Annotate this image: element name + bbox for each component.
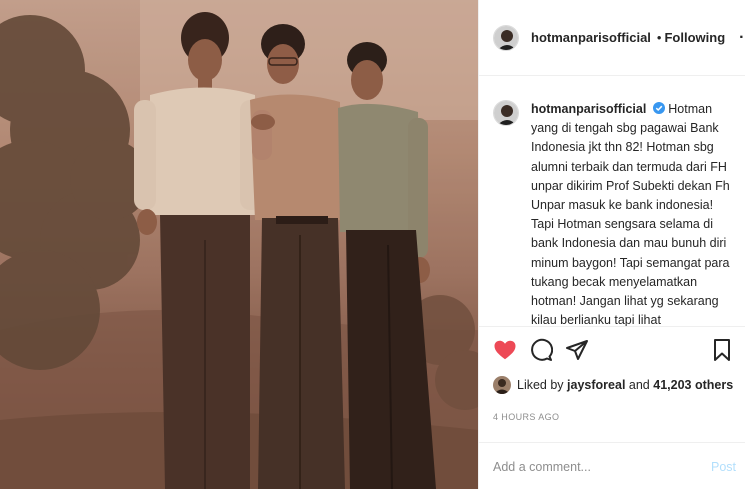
- author-avatar[interactable]: [493, 24, 519, 51]
- liker-avatar-image: [493, 376, 511, 394]
- post-photo[interactable]: [0, 0, 478, 489]
- likes-prefix: Liked by: [517, 378, 564, 392]
- caption-body: Hotman yang di tengah sbg pagawai Bank I…: [531, 102, 730, 326]
- post-side-panel: hotmanparisofficial • Following ··· hotm…: [478, 0, 745, 489]
- author-username[interactable]: hotmanparisofficial: [531, 30, 651, 45]
- bookmark-icon[interactable]: [711, 338, 733, 362]
- likes-count[interactable]: 41,203 others: [653, 378, 733, 392]
- share-icon[interactable]: [565, 338, 589, 362]
- actions-section: [479, 326, 745, 327]
- action-bar: [493, 338, 733, 364]
- likes-summary: Liked by jaysforeal and 41,203 others: [493, 376, 733, 394]
- liker-avatar[interactable]: [493, 376, 511, 394]
- likes-middle: and: [628, 378, 650, 392]
- post-comment-button[interactable]: Post: [711, 460, 736, 474]
- avatar-image: [494, 25, 518, 50]
- comment-icon[interactable]: [529, 338, 553, 362]
- photo-illustration: [0, 0, 478, 489]
- heart-icon[interactable]: [493, 338, 517, 362]
- caption-comment: hotmanparisofficial Hotman yang di tenga…: [493, 100, 743, 326]
- caption-verified-badge-icon: [652, 102, 665, 114]
- caption-text-block: hotmanparisofficial Hotman yang di tenga…: [531, 100, 731, 326]
- caption-avatar[interactable]: [493, 100, 519, 126]
- caption-avatar-image: [494, 101, 518, 125]
- post-timestamp[interactable]: 4 HOURS AGO: [493, 412, 559, 422]
- add-comment-input[interactable]: Add a comment...: [493, 460, 591, 474]
- caption-username[interactable]: hotmanparisofficial: [531, 102, 646, 116]
- header-separator: •: [656, 30, 662, 45]
- liker-username[interactable]: jaysforeal: [567, 378, 625, 392]
- following-button[interactable]: Following: [664, 30, 725, 45]
- add-comment-bar: Add a comment... Post: [479, 442, 745, 489]
- more-options-button[interactable]: ···: [739, 29, 745, 47]
- post-header: hotmanparisofficial • Following ···: [479, 0, 745, 76]
